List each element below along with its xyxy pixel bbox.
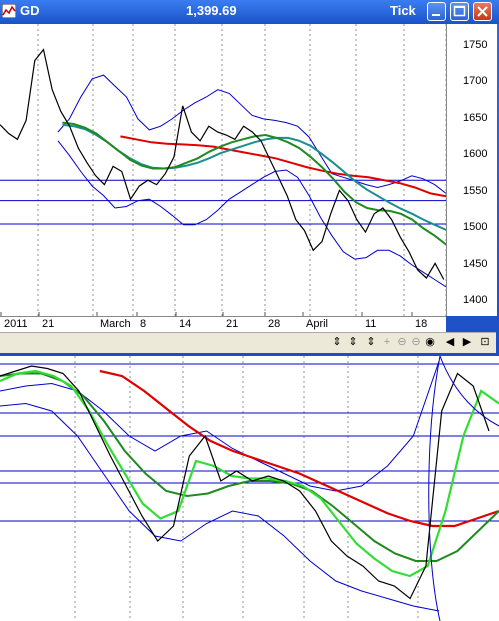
x-tick-label: April <box>306 318 329 330</box>
x-tick-label: 8 <box>140 318 147 330</box>
y-tick-label: 1400 <box>463 294 488 307</box>
x-tick-label: 18 <box>415 318 428 330</box>
scroll-end-icon[interactable]: ◉ <box>423 335 437 349</box>
y-tick-label: 1700 <box>463 75 488 88</box>
minimize-icon <box>432 14 440 16</box>
x-tick-label: 2011 <box>4 318 28 330</box>
x-tick-label: 11 <box>365 318 377 330</box>
navigate-icon[interactable]: ⇕ <box>346 335 360 349</box>
x-tick-label: 14 <box>179 318 192 330</box>
y-tick-label: 1600 <box>463 148 488 161</box>
y-tick-label: 1500 <box>463 221 488 234</box>
x-tick-label: 28 <box>268 318 281 330</box>
chart-window: GD 1,399.69 Tick 1750 1700 1650 1600 1550 150… <box>0 0 499 356</box>
x-tick-label: 21 <box>226 318 239 330</box>
scroll-left-right-icon[interactable]: ⇕ <box>330 335 344 349</box>
price-axis: 1750 1700 1650 1600 1550 1500 1450 1400 <box>446 24 497 316</box>
ma-mid-series <box>62 123 446 231</box>
window-mode: Tick <box>390 3 416 18</box>
y-tick-label: 1550 <box>463 184 488 197</box>
lower-indicator-chart[interactable] <box>0 356 499 621</box>
zoom-out-icon[interactable]: ⊖ <box>395 335 409 349</box>
lower-chart-canvas <box>0 356 499 621</box>
band-upper-series <box>57 74 446 194</box>
maximize-icon <box>453 5 466 17</box>
x-tick-label: 21 <box>42 318 55 330</box>
play-forward-icon[interactable]: ▶ <box>460 335 474 349</box>
scroll-end-button[interactable]: ⊡ <box>478 335 492 349</box>
close-button[interactable] <box>473 2 492 21</box>
minimize-button[interactable] <box>427 2 446 21</box>
x-tick-label: March <box>100 318 131 330</box>
zoom-reset-icon[interactable]: ⊖ <box>409 335 423 349</box>
chart-app-icon <box>2 4 16 18</box>
time-axis: 2011 21 March 8 14 21 28 April 11 18 <box>0 316 446 333</box>
play-back-icon[interactable]: ◀ <box>443 335 457 349</box>
upper-chart-canvas <box>0 24 446 316</box>
maximize-button[interactable] <box>450 2 469 21</box>
y-tick-label: 1650 <box>463 111 488 124</box>
title-bar[interactable]: GD 1,399.69 Tick <box>0 0 499 24</box>
upper-price-chart[interactable] <box>0 24 446 316</box>
chart-toolbar: ⇕ ⇕ ⇕ + ⊖ ⊖ ◉ ◀ ▶ ⊡ <box>0 332 496 353</box>
window-symbol: GD <box>20 3 40 18</box>
zoom-icon[interactable]: ⇕ <box>364 335 378 349</box>
crosshair-icon[interactable]: + <box>380 335 394 349</box>
window-price: 1,399.69 <box>186 3 237 18</box>
close-icon <box>477 6 488 17</box>
y-tick-label: 1750 <box>463 38 488 51</box>
y-tick-label: 1450 <box>463 257 488 270</box>
